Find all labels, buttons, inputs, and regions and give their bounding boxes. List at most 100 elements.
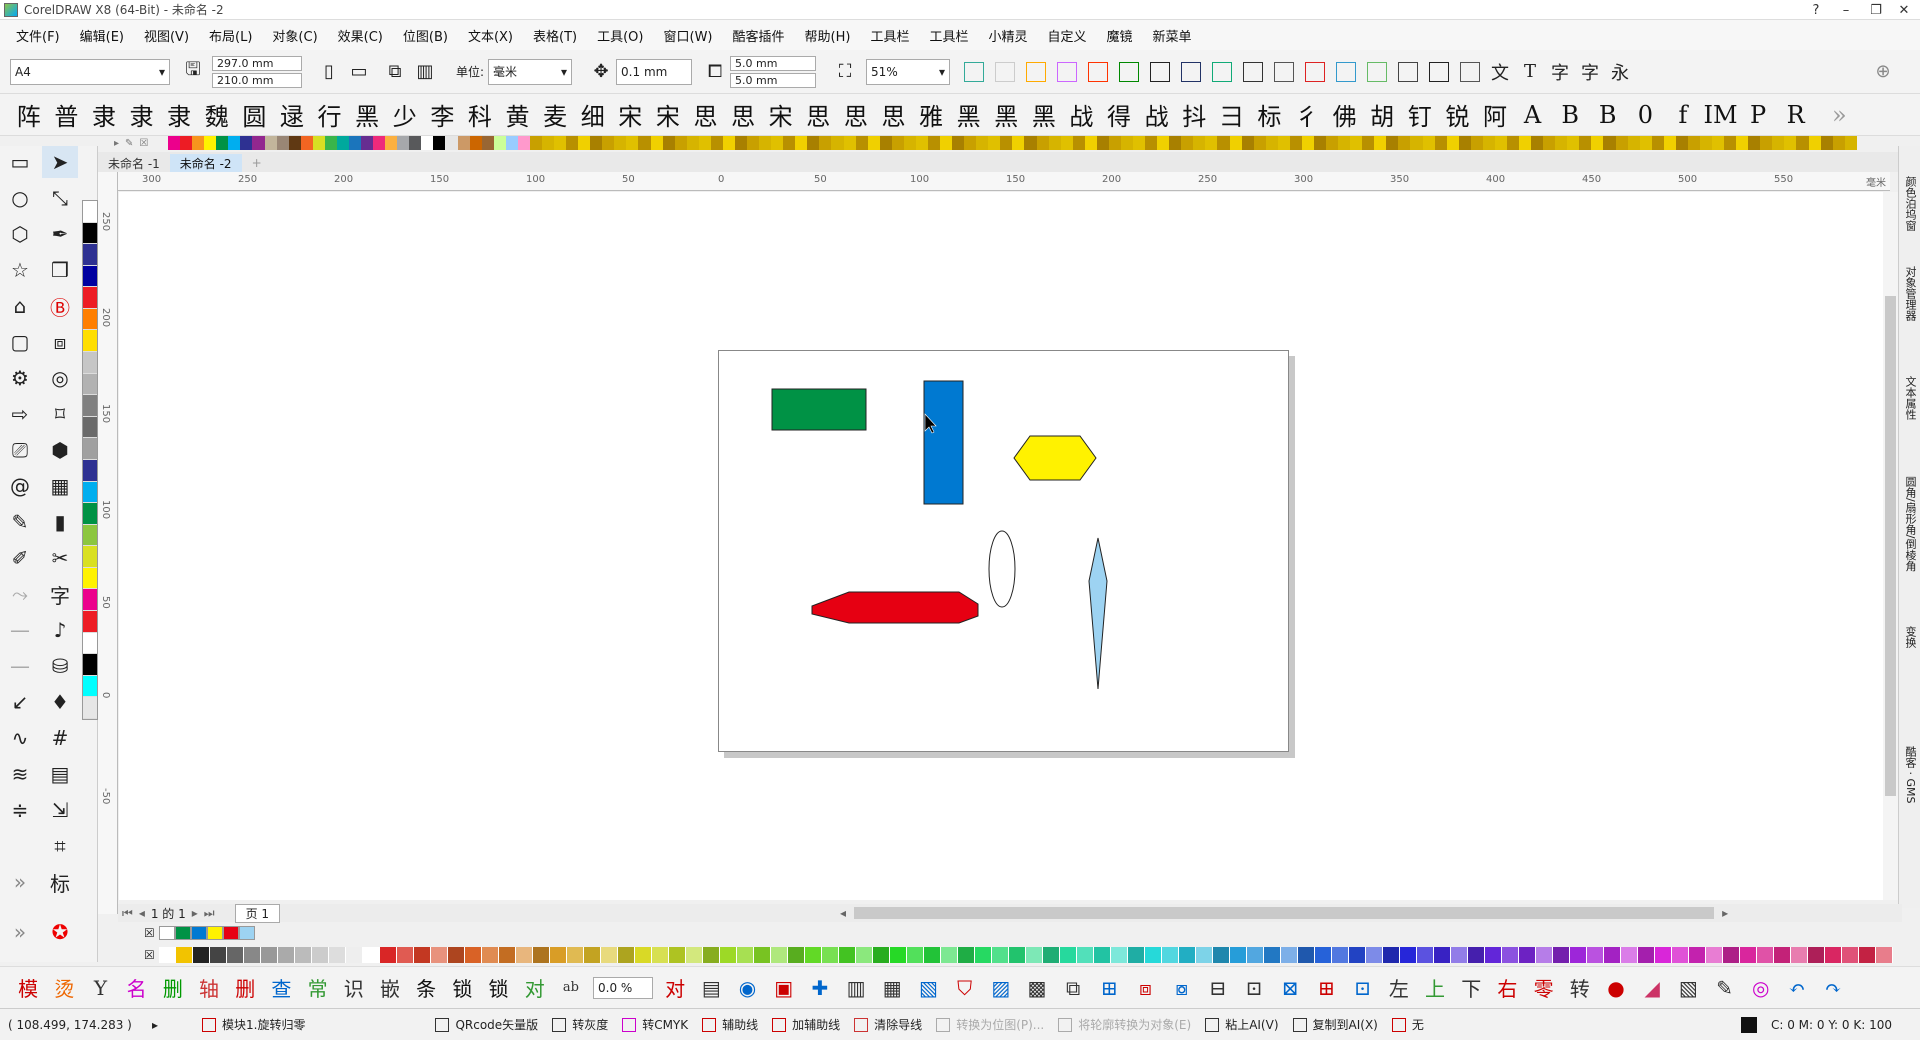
color-swatch[interactable] [83,524,97,547]
dash-icon[interactable]: — [2,650,38,682]
color-swatch[interactable] [1036,136,1049,150]
next-page-icon[interactable]: ▸ [192,906,198,920]
color-swatch[interactable] [906,947,924,963]
color-swatch[interactable] [1253,136,1266,150]
fit-page-icon[interactable]: ⛶ [830,57,860,87]
color-swatch[interactable] [1331,947,1349,963]
color-swatch[interactable] [1482,136,1495,150]
color-swatch[interactable] [1212,947,1230,963]
color-swatch[interactable] [1110,947,1128,963]
paint-icon[interactable]: ⛁ [42,650,78,682]
font-preset-button[interactable]: 逯 [273,97,311,133]
color-swatch[interactable] [206,926,223,940]
envelope-icon[interactable]: ⌑ [42,398,78,430]
color-swatch[interactable] [1161,947,1179,963]
font-preset-button[interactable]: 李 [424,97,462,133]
color-swatch[interactable] [493,136,506,150]
toolbar-glyph[interactable]: 文 [1485,57,1515,87]
color-swatch[interactable] [602,136,615,150]
color-swatch[interactable] [174,926,191,940]
color-swatch[interactable] [1518,947,1536,963]
color-swatch[interactable] [83,567,97,590]
nudge-field[interactable]: 0.1 mm [616,58,693,85]
color-swatch[interactable] [311,947,329,963]
font-preset-button[interactable]: 佛 [1326,97,1364,133]
color-swatch[interactable] [1858,947,1876,963]
color-swatch[interactable] [915,136,928,150]
color-swatch[interactable] [430,947,448,963]
color-swatch[interactable] [1048,136,1061,150]
font-preset-button[interactable]: 0 [1627,97,1665,133]
color-swatch[interactable] [276,136,289,150]
color-swatch[interactable] [1422,136,1435,150]
color-swatch[interactable] [328,947,346,963]
plugin-button[interactable]: 轴 [191,971,227,1005]
color-swatch[interactable] [1535,947,1553,963]
color-swatch[interactable] [505,136,518,150]
color-swatch[interactable] [1000,136,1013,150]
color-swatch[interactable] [209,947,227,963]
tool-icon[interactable]: ⧇ [1164,971,1200,1005]
color-swatch[interactable] [83,503,97,525]
color-swatch[interactable] [804,947,822,963]
play-icon[interactable]: ▸ [114,138,119,149]
color-swatch[interactable] [83,395,97,417]
yellow-hexagon[interactable] [1013,435,1097,481]
color-swatch[interactable] [964,136,977,150]
color-swatch[interactable] [843,136,856,150]
color-swatch[interactable] [83,675,97,698]
color-swatch[interactable] [1365,947,1383,963]
color-swatch[interactable] [83,589,97,611]
color-swatch[interactable] [1627,136,1640,150]
color-swatch[interactable] [702,947,720,963]
color-swatch[interactable] [1076,947,1094,963]
color-swatch[interactable] [158,926,175,940]
status-action[interactable]: 转灰度 [552,1016,608,1033]
color-swatch[interactable] [83,201,97,223]
vertical-scrollbar[interactable] [1883,192,1898,900]
color-swatch[interactable] [1832,136,1845,150]
color-swatch[interactable] [83,265,97,288]
menu-item[interactable]: 文件(F) [6,26,70,45]
misc-icon[interactable]: ◎ [1743,971,1779,1005]
portrait-icon[interactable]: ▯ [314,57,344,87]
plugin-icon[interactable] [1299,57,1330,87]
font-preset-button[interactable]: 钉 [1401,97,1439,133]
status-action[interactable]: 辅助线 [702,1016,758,1033]
text-tool-icon[interactable]: 字 [42,578,78,610]
color-swatch[interactable] [1841,947,1859,963]
plugin-button[interactable]: ab [553,971,589,1005]
color-swatch[interactable] [974,947,992,963]
toolbar-glyph[interactable]: T [1515,57,1545,87]
pick-tool-icon[interactable]: ➤ [42,146,78,178]
color-swatch[interactable] [168,136,181,150]
color-swatch[interactable] [396,947,414,963]
color-swatch[interactable] [1760,136,1773,150]
color-swatch[interactable] [1157,136,1170,150]
color-swatch[interactable] [447,947,465,963]
color-swatch[interactable] [1739,947,1757,963]
minimize-button[interactable]: – [1830,0,1862,20]
new-tab-icon[interactable]: + [242,154,272,172]
color-swatch[interactable] [312,136,325,150]
color-swatch[interactable] [413,947,431,963]
font-preset-button[interactable]: 彳 [1288,97,1326,133]
tool-icon[interactable]: ⊠ [1272,971,1308,1005]
color-swatch[interactable] [238,926,255,940]
color-swatch[interactable] [1280,947,1298,963]
menu-item[interactable]: 工具栏 [860,26,919,45]
docker-tab[interactable]: 酷客 · GMS [1901,746,1919,804]
color-swatch[interactable] [783,136,796,150]
plugin-icon[interactable] [1082,57,1113,87]
font-preset-button[interactable]: 锐 [1439,97,1477,133]
color-swatch[interactable] [903,136,916,150]
color-swatch[interactable] [158,947,176,963]
color-swatch[interactable] [1241,136,1254,150]
document-palette[interactable]: ☒ [98,925,1898,941]
extrude-icon[interactable]: ⬢ [42,434,78,466]
shapes-icon[interactable]: ◎ [42,362,78,394]
menu-item[interactable]: 工具(O) [587,26,653,45]
color-swatch[interactable] [685,947,703,963]
color-swatch[interactable] [1467,947,1485,963]
color-swatch[interactable] [481,947,499,963]
